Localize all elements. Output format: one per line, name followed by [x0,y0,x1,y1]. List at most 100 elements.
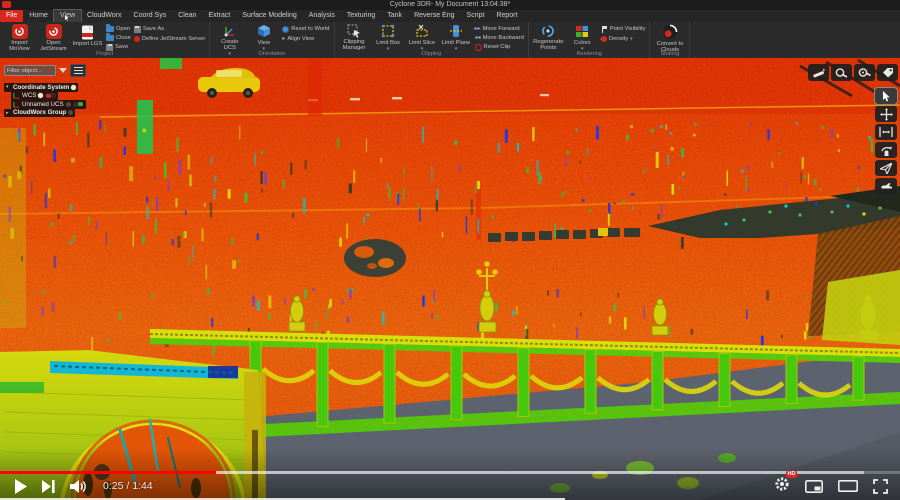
orbit-icon[interactable] [875,142,897,158]
view-cube-icon [255,24,272,39]
wcs-toggle[interactable] [45,93,56,98]
tab-surface-modeling[interactable]: Surface Modeling [236,10,302,22]
ribbon-group-clipping: Clipping Manager Limit Box ▾ Limit Slice… [335,22,529,58]
tab-reverse-eng[interactable]: Reverse Eng [408,10,460,22]
convert-to-clouds-button[interactable]: Convert to Clouds [654,23,685,51]
save-as-button[interactable]: Save As [134,25,205,33]
folder-close-icon [106,35,114,41]
measure-angle-icon[interactable] [831,64,852,81]
save-button[interactable]: Save [106,43,131,51]
align-view-button[interactable]: ▸Align View [282,35,329,43]
video-player: Cyclone 3DR- My Document 13:04:38* File … [0,0,900,500]
colors-button[interactable]: Colors ▾ [567,23,598,51]
group-label-rendering: Rendering [529,51,650,58]
create-ucs-button[interactable]: Create UCS ▾ [214,23,245,51]
move-forward-button[interactable]: ▸▸Move Forward [475,25,524,33]
save-as-disk-icon [134,26,141,33]
player-controls-right: HD [774,476,888,496]
group-label-clipping: Clipping [335,51,528,58]
limit-box-button[interactable]: Limit Box ▾ [373,23,404,51]
measure-dimension-icon[interactable] [854,64,875,81]
window-titlebar: Cyclone 3DR- My Document 13:04:38* [0,0,900,10]
tab-home[interactable]: Home [23,10,54,22]
fullscreen-button[interactable] [873,479,888,494]
point-visibility-button[interactable]: Point Visibility [601,25,646,33]
tab-cloudworx[interactable]: CloudWorx [81,10,128,22]
tab-report[interactable]: Report [490,10,523,22]
import-moview-icon [11,24,28,39]
tree-item-wcs[interactable]: WCS [11,92,58,101]
import-moview-button[interactable]: Import MoView [4,23,35,51]
miniplayer-button[interactable] [805,480,823,493]
tree-item-cloudworx-group[interactable]: ▸ CloudWorx Group [4,109,75,118]
filter-funnel-icon[interactable] [59,68,67,73]
hd-badge: HD [786,471,797,478]
regenerate-points-button[interactable]: Regenerate Points [533,23,564,51]
point-visibility-icon [601,26,608,33]
convert-to-clouds-icon [661,24,678,40]
tab-clean[interactable]: Clean [172,10,202,22]
visibility-bulb-icon[interactable] [68,110,73,115]
visibility-bulb-icon[interactable] [38,93,43,98]
move-backward-button[interactable]: ◂◂Move Backward [475,34,524,42]
tab-texturing[interactable]: Texturing [341,10,381,22]
visibility-bulb-icon[interactable] [71,85,76,90]
next-button[interactable] [42,480,55,493]
tab-coord-sys[interactable]: Coord Sys [128,10,173,22]
tab-tank[interactable]: Tank [381,10,408,22]
close-button[interactable]: Close [106,34,131,42]
ucs-toggle[interactable] [73,102,84,107]
window-title: Cyclone 3DR- My Document 13:04:38* [390,1,511,8]
caret-right-icon[interactable]: ▸ [6,110,11,116]
tab-extract[interactable]: Extract [203,10,237,22]
move-backward-icon: ◂◂ [475,35,481,41]
view-toolbar [875,88,897,194]
caret-down-icon[interactable]: ▾ [6,84,11,90]
regenerate-points-icon [540,24,557,38]
axis-icon [13,92,20,99]
pan-icon[interactable] [875,106,897,122]
limit-slice-button[interactable]: Limit Slice ▾ [407,23,438,51]
define-jetstream-server-button[interactable]: Define JetStream Server [134,35,205,43]
plane-view-icon[interactable] [875,178,897,194]
density-icon [600,34,608,42]
open-button[interactable]: Open [106,25,131,33]
folder-open-icon [106,26,114,32]
time-display: 0:25 / 1:44 [103,480,153,492]
import-lgs-button[interactable]: Import LGS [72,23,103,51]
scene-tree-panel: ▾ Coordinate System WCS Unnamed UCS ▸ Cl… [4,64,124,117]
point-cloud-viewport[interactable] [0,58,900,500]
tree-item-coordinate-system[interactable]: ▾ Coordinate System [4,83,78,92]
volume-button[interactable] [70,480,88,493]
tab-analysis[interactable]: Analysis [303,10,341,22]
limit-plane-button[interactable]: Limit Plane ▾ [441,23,472,51]
reset-clip-button[interactable]: Reset Clip [475,43,524,51]
theater-mode-button[interactable] [838,480,858,492]
sketch-icon[interactable] [808,64,829,81]
filter-input[interactable] [4,65,56,76]
globe-icon [282,26,289,33]
ribbon: Import MoView Open JetStream Import LGS … [0,22,900,58]
tree-item-unnamed-ucs[interactable]: Unnamed UCS [11,100,86,109]
density-button[interactable]: Density▾ [601,35,646,43]
settings-button[interactable]: HD [774,476,790,497]
play-button[interactable] [14,479,27,494]
select-cursor-icon[interactable] [875,88,897,104]
open-jetstream-button[interactable]: Open JetStream [38,23,69,51]
panel-menu-button[interactable] [70,64,86,77]
save-disk-icon [106,44,113,51]
tab-file[interactable]: File [0,10,23,22]
fly-mode-icon[interactable] [875,160,897,176]
clipping-manager-button[interactable]: Clipping Manager [339,23,370,51]
zoom-fit-icon[interactable] [875,124,897,140]
group-label-project: Project [0,51,209,58]
limit-plane-icon [448,24,465,39]
visibility-bulb-icon[interactable] [66,102,71,107]
view-button[interactable]: View ▾ [248,23,279,51]
limit-slice-icon [414,24,431,39]
tab-script[interactable]: Script [461,10,491,22]
ribbon-group-rendering: Regenerate Points Colors ▾ Point Visibil… [529,22,651,58]
label-tag-icon[interactable] [877,64,898,81]
reset-to-world-button[interactable]: Reset to World [282,25,329,33]
progress-bar[interactable] [0,471,900,474]
